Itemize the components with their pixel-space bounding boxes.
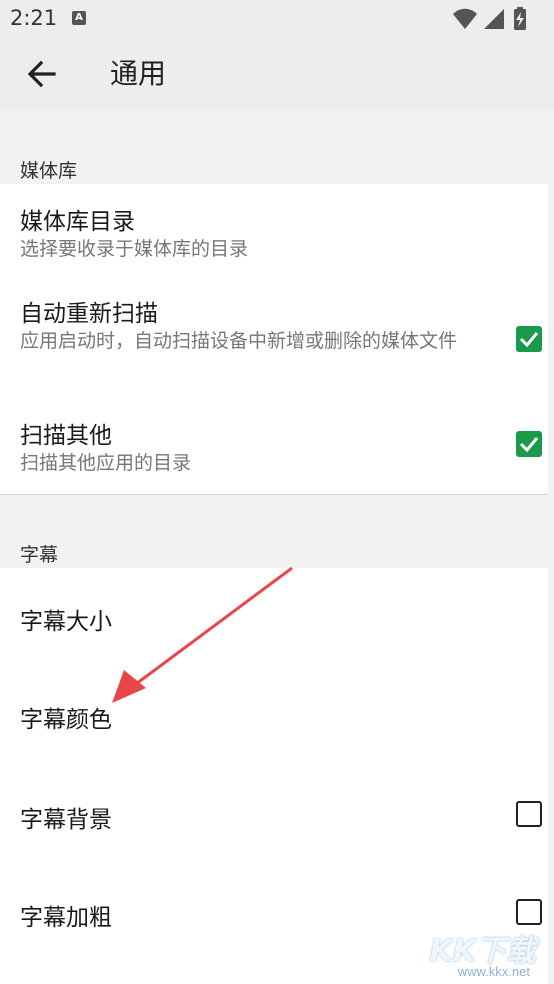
subtitle-bold-checkbox[interactable] (516, 899, 542, 925)
pref-summary: 应用启动时，自动扫描设备中新增或删除的媒体文件 (20, 330, 458, 352)
status-icons (452, 7, 542, 31)
status-time: 2:21 (10, 6, 58, 30)
subtitle-background-checkbox[interactable] (516, 801, 542, 827)
pref-auto-rescan[interactable]: 自动重新扫描 应用启动时，自动扫描设备中新增或删除的媒体文件 (0, 270, 548, 392)
check-icon (519, 332, 539, 348)
settings-list: 媒体库 媒体库目录 选择要收录于媒体库的目录 自动重新扫描 应用启动时，自动扫描… (0, 110, 554, 984)
arrow-left-icon (27, 60, 56, 88)
category-subtitle: 字幕 (0, 534, 548, 568)
category-media: 媒体库 (0, 150, 548, 184)
scan-other-checkbox[interactable] (516, 431, 542, 457)
notification-a-icon: A (72, 11, 86, 25)
pref-title: 扫描其他 (20, 423, 112, 449)
signal-icon (484, 9, 504, 29)
battery-charging-icon (514, 7, 526, 30)
pref-scan-other[interactable]: 扫描其他 扫描其他应用的目录 (0, 392, 548, 492)
watermark-url: www.kkx.net (457, 964, 530, 979)
back-button[interactable] (18, 50, 66, 98)
pref-subtitle-background[interactable]: 字幕背景 (0, 764, 548, 862)
app-toolbar: 通用 (0, 38, 554, 110)
pref-title: 自动重新扫描 (20, 301, 158, 327)
pref-title: 字幕加粗 (20, 905, 112, 931)
category-label: 字幕 (20, 544, 59, 566)
category-label: 媒体库 (20, 160, 78, 182)
pref-title: 字幕背景 (20, 807, 112, 833)
section-divider (0, 494, 548, 495)
pref-summary: 扫描其他应用的目录 (20, 452, 192, 474)
pref-subtitle-size[interactable]: 字幕大小 (0, 568, 548, 666)
status-bar: 2:21 A (0, 0, 554, 38)
pref-subtitle-color[interactable]: 字幕颜色 (0, 666, 548, 764)
pref-title: 媒体库目录 (20, 209, 135, 235)
pref-media-library-dir[interactable]: 媒体库目录 选择要收录于媒体库的目录 (0, 184, 548, 270)
pref-title: 字幕大小 (20, 609, 112, 635)
pref-summary: 选择要收录于媒体库的目录 (20, 238, 249, 260)
check-icon (519, 437, 539, 453)
pref-title: 字幕颜色 (20, 707, 112, 733)
auto-rescan-checkbox[interactable] (516, 326, 542, 352)
watermark-logo: KK下载 www.kkx.net (426, 926, 537, 980)
page-title: 通用 (110, 57, 167, 90)
wifi-icon (453, 8, 477, 29)
